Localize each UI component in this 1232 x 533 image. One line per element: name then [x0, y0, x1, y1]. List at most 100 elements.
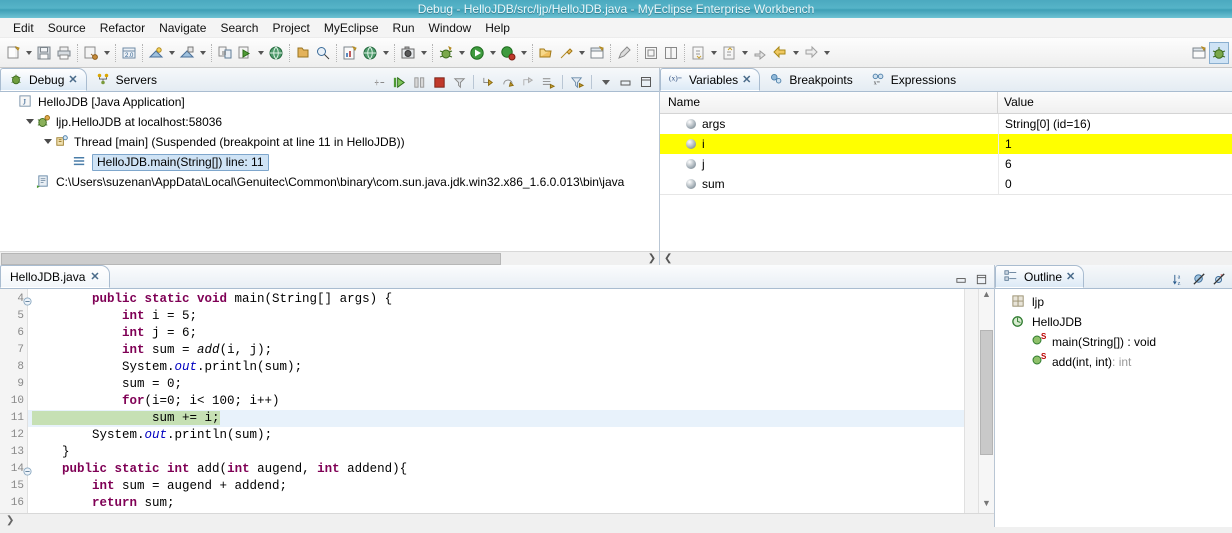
disconnect-icon[interactable]	[370, 73, 388, 91]
chevron-down-icon[interactable]	[821, 42, 832, 64]
chevron-down-icon[interactable]	[456, 42, 467, 64]
drop-to-frame-icon[interactable]	[539, 73, 557, 91]
view-menu-icon[interactable]	[597, 73, 615, 91]
run-jsp-icon[interactable]	[235, 42, 255, 64]
chevron-right-icon[interactable]: ❯	[645, 253, 659, 264]
maximize-icon[interactable]	[637, 73, 655, 91]
coverage-icon[interactable]	[498, 42, 518, 64]
code-line[interactable]: int i = 5;	[28, 308, 964, 325]
variables-hscrollbar[interactable]: ❮	[660, 251, 1232, 265]
scroll-up-icon[interactable]: ▲	[982, 289, 991, 304]
variable-value[interactable]: 6	[998, 154, 1232, 174]
outline-row[interactable]: Sadd(int, int) : int	[995, 352, 1232, 372]
tab-hellojdb-java[interactable]: HelloJDB.java ✕	[0, 265, 110, 288]
chevron-down-icon[interactable]	[380, 42, 391, 64]
debug-tree-row[interactable]: C:\Users\suzenan\AppData\Local\Genuitec\…	[0, 172, 659, 192]
column-header-name[interactable]: Name	[660, 92, 998, 113]
code-line[interactable]: int j = 6;	[28, 325, 964, 342]
variable-value[interactable]: 1	[998, 134, 1232, 154]
step-over-icon[interactable]	[499, 73, 517, 91]
stop-server-icon[interactable]	[177, 42, 197, 64]
external-tools-icon[interactable]	[556, 42, 576, 64]
print-icon[interactable]	[54, 42, 74, 64]
debug-tree-row[interactable]: ljp.HelloJDB at localhost:58036	[0, 112, 659, 132]
variables-row[interactable]: i1	[660, 134, 1232, 154]
chevron-down-icon[interactable]	[166, 42, 177, 64]
menu-item-edit[interactable]: Edit	[6, 19, 41, 37]
outline-row[interactable]: HelloJDB	[995, 312, 1232, 332]
minimize-icon[interactable]	[617, 73, 635, 91]
annotate-icon[interactable]	[614, 42, 634, 64]
chevron-down-icon[interactable]	[255, 42, 266, 64]
code-line[interactable]: return sum;	[28, 495, 964, 512]
code-line-current[interactable]: sum += i;	[28, 410, 964, 427]
minimize-icon[interactable]	[952, 270, 970, 288]
open-perspective-icon[interactable]	[587, 42, 607, 64]
back-icon[interactable]	[770, 42, 790, 64]
close-icon[interactable]: ✕	[68, 73, 77, 86]
chevron-down-icon[interactable]	[23, 42, 34, 64]
new-wizard-icon[interactable]	[3, 42, 23, 64]
chevron-down-icon[interactable]	[487, 42, 498, 64]
tab-breakpoints[interactable]: Breakpoints	[760, 68, 861, 91]
build-icon[interactable]	[81, 42, 101, 64]
previous-annotation-icon[interactable]	[719, 42, 739, 64]
step-return-icon[interactable]	[519, 73, 537, 91]
search-icon[interactable]	[313, 42, 333, 64]
menu-item-help[interactable]: Help	[478, 19, 517, 37]
open-folder-icon[interactable]	[536, 42, 556, 64]
debug-tree[interactable]: J HelloJDB [Java Application] ljp.HelloJDB…	[0, 92, 659, 251]
code-line[interactable]: public static void main(String[] args) {	[28, 291, 964, 308]
variables-row[interactable]: j6	[660, 154, 1232, 174]
code-line[interactable]: }	[28, 444, 964, 461]
deploy-icon[interactable]: 2.0	[119, 42, 139, 64]
chevron-down-icon[interactable]	[418, 42, 429, 64]
sort-icon[interactable]: a z	[1170, 270, 1188, 288]
outline-row[interactable]: Smain(String[]) : void	[995, 332, 1232, 352]
forward-icon[interactable]	[801, 42, 821, 64]
tab-outline[interactable]: Outline ✕	[995, 265, 1085, 288]
step-filters-icon[interactable]	[450, 73, 468, 91]
chevron-down-icon[interactable]	[739, 42, 750, 64]
code-line[interactable]: System.out.println(sum);	[28, 359, 964, 376]
suspend-icon[interactable]	[410, 73, 428, 91]
toggle-block-icon[interactable]	[641, 42, 661, 64]
code-line[interactable]: System.out.println(sum);	[28, 427, 964, 444]
column-header-value[interactable]: Value	[998, 92, 1232, 113]
menu-item-project[interactable]: Project	[265, 19, 316, 37]
outline-row[interactable]: ljp	[995, 292, 1232, 312]
use-step-filters-icon[interactable]	[568, 73, 586, 91]
scroll-down-icon[interactable]: ▼	[982, 498, 991, 513]
hscrollbar-thumb[interactable]	[1, 252, 501, 265]
menu-item-run[interactable]: Run	[386, 19, 422, 37]
menu-item-navigate[interactable]: Navigate	[152, 19, 213, 37]
debug-perspective-icon[interactable]	[1209, 41, 1229, 64]
browser-icon[interactable]	[266, 42, 286, 64]
code-line[interactable]: public static int add(int augend, int ad…	[28, 461, 964, 478]
editor-body[interactable]: 4 5 6 7 8 9 10 11 12 13 14 15 16 public static void …	[0, 289, 994, 513]
vscrollbar-thumb[interactable]	[980, 330, 993, 455]
chevron-down-icon[interactable]	[197, 42, 208, 64]
variables-row[interactable]: args String[0] (id=16)	[660, 114, 1232, 134]
close-icon[interactable]: ✕	[1066, 270, 1075, 283]
tab-expressions[interactable]: x= Expressions	[862, 68, 965, 91]
debug-tree-row[interactable]: HelloJDB.main(String[]) line: 11	[0, 152, 659, 172]
next-annotation-icon[interactable]	[688, 42, 708, 64]
debug-tree-row[interactable]: Thread [main] (Suspended (breakpoint at …	[0, 132, 659, 152]
debug-icon[interactable]	[436, 42, 456, 64]
code-line[interactable]: sum = 0;	[28, 376, 964, 393]
hide-fields-icon[interactable]	[1190, 270, 1208, 288]
menu-item-window[interactable]: Window	[422, 19, 479, 37]
resume-icon[interactable]	[390, 73, 408, 91]
new-jsp-icon[interactable]	[215, 42, 235, 64]
chevron-down-icon[interactable]	[708, 42, 719, 64]
open-perspective-icon[interactable]	[1189, 42, 1209, 64]
chevron-down-icon[interactable]	[518, 42, 529, 64]
menu-item-myeclipse[interactable]: MyEclipse	[317, 19, 386, 37]
save-icon[interactable]	[34, 42, 54, 64]
terminate-icon[interactable]	[430, 73, 448, 91]
chevron-down-icon[interactable]	[576, 42, 587, 64]
menu-item-source[interactable]: Source	[41, 19, 93, 37]
menu-item-refactor[interactable]: Refactor	[93, 19, 152, 37]
expand-arrow-icon[interactable]	[42, 136, 54, 148]
